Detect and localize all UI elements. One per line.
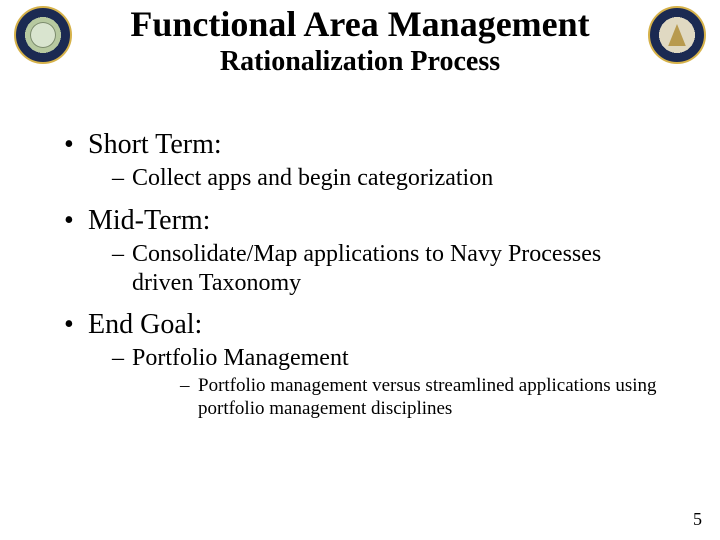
bullet-mid-term: Mid-Term: Consolidate/Map applications t…: [60, 203, 660, 298]
sub-sub-list: Portfolio management versus streamlined …: [132, 375, 660, 421]
page-number: 5: [693, 509, 702, 530]
sub-bullet-text: Portfolio Management: [132, 345, 349, 371]
sub-list: Portfolio Management Portfolio managemen…: [88, 344, 660, 420]
slide-title: Functional Area Management: [0, 4, 720, 45]
sub-bullet: Consolidate/Map applications to Navy Pro…: [112, 240, 660, 298]
slide-header: Functional Area Management Rationalizati…: [0, 0, 720, 79]
sub-bullet: Collect apps and begin categorization: [112, 164, 660, 193]
slide-body: Short Term: Collect apps and begin categ…: [0, 79, 720, 421]
bullet-list: Short Term: Collect apps and begin categ…: [60, 127, 660, 421]
bullet-short-term: Short Term: Collect apps and begin categ…: [60, 127, 660, 193]
sub-list: Consolidate/Map applications to Navy Pro…: [88, 240, 660, 298]
bullet-label: End Goal:: [88, 309, 202, 340]
slide: Functional Area Management Rationalizati…: [0, 0, 720, 540]
bullet-end-goal: End Goal: Portfolio Management Portfolio…: [60, 307, 660, 420]
bullet-label: Short Term:: [88, 129, 222, 160]
sub-bullet: Portfolio Management Portfolio managemen…: [112, 344, 660, 420]
sub-sub-bullet: Portfolio management versus streamlined …: [180, 375, 660, 421]
sub-list: Collect apps and begin categorization: [88, 164, 660, 193]
slide-subtitle: Rationalization Process: [0, 45, 720, 79]
bullet-label: Mid-Term:: [88, 205, 210, 236]
